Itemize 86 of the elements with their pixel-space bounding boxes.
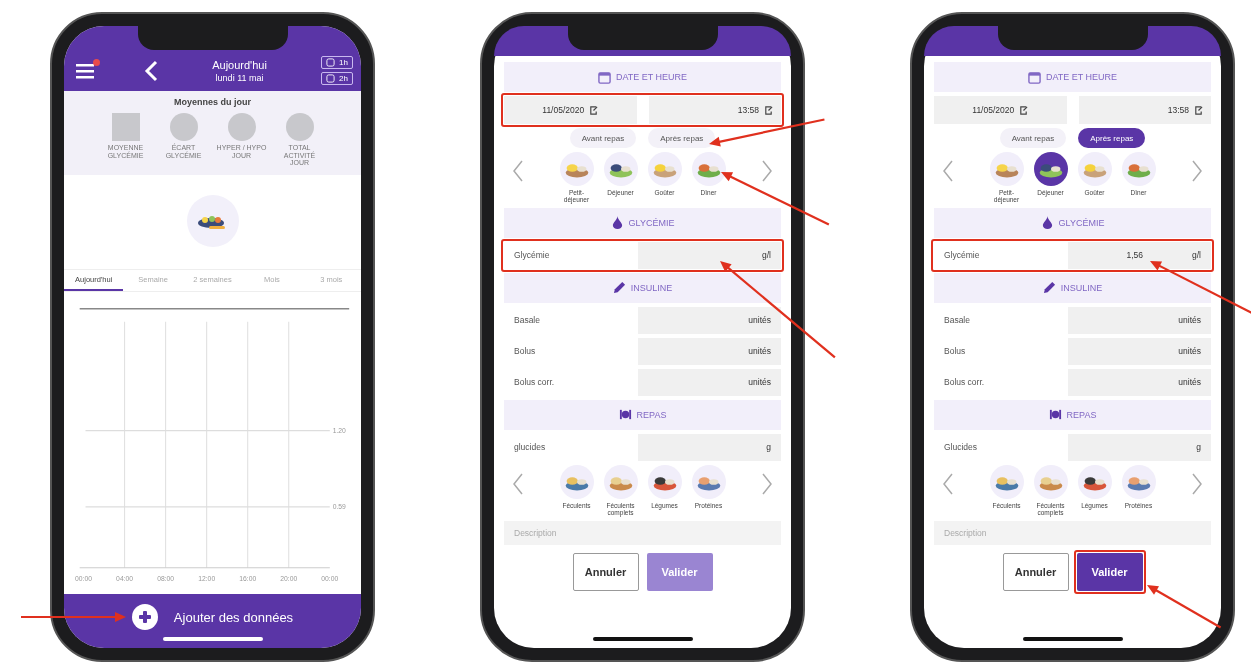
field-label: Bolus: [943, 345, 967, 359]
pen-icon: [612, 281, 626, 295]
time-field[interactable]: 13:58: [1078, 96, 1211, 124]
time-field[interactable]: 13:58: [648, 96, 781, 124]
section-title: INSULINE: [1060, 282, 1103, 293]
axis-label: 00:00: [321, 573, 339, 584]
insulin-field[interactable]: unités: [1067, 337, 1211, 365]
food-icon[interactable]: [603, 152, 638, 186]
insulin-field[interactable]: unités: [637, 337, 781, 365]
meal-illustration: [186, 195, 239, 248]
meal-timing-toggle[interactable]: Avant repas: [569, 128, 637, 148]
carbs-field[interactable]: g: [637, 433, 781, 461]
pen-icon: [1042, 281, 1056, 295]
field-label: Bolus: [513, 345, 537, 359]
add-data-button[interactable]: Ajouter des données: [131, 604, 294, 630]
cutlery-icon: [1048, 408, 1062, 422]
insulin-field[interactable]: unités: [637, 368, 781, 396]
timer-button[interactable]: 1h: [321, 56, 353, 69]
cutlery-icon: [618, 408, 632, 422]
stat-placeholder: [169, 113, 198, 141]
cancel-button[interactable]: Annuler: [1002, 552, 1069, 591]
chevron-left-icon[interactable]: [512, 160, 524, 182]
stat-placeholder: [227, 113, 256, 141]
plus-icon: [131, 604, 158, 630]
menu-icon[interactable]: [76, 62, 96, 79]
meal-timing-toggle[interactable]: Après repas: [648, 128, 716, 148]
axis-label: 12:00: [198, 573, 216, 584]
chevron-right-icon[interactable]: [1191, 160, 1203, 182]
section-title: REPAS: [1066, 409, 1097, 420]
field-label: Bolus corr.: [943, 376, 986, 390]
timer-button[interactable]: 2h: [321, 72, 353, 85]
axis-label: 08:00: [157, 573, 175, 584]
glycemia-field[interactable]: g/l: [637, 241, 781, 269]
section-title: DATE ET HEURE: [615, 72, 688, 82]
screen-subtitle: lundi 11 mai: [215, 72, 264, 83]
confirm-button[interactable]: Valider: [1076, 552, 1143, 591]
screen-title: Aujourd'hui: [212, 58, 267, 71]
field-label: Glycémie: [513, 249, 551, 263]
date-field[interactable]: 11/05/2020: [934, 96, 1067, 124]
field-label: glucides: [513, 441, 547, 455]
field-label: Basale: [513, 314, 541, 328]
back-icon[interactable]: [144, 59, 158, 82]
drop-icon: [610, 216, 624, 230]
drop-icon: [1040, 216, 1054, 230]
edit-icon: [589, 105, 599, 115]
insulin-field[interactable]: unités: [637, 306, 781, 334]
meal-timing-toggle[interactable]: Après repas: [1078, 128, 1146, 148]
calendar-icon: [1027, 70, 1041, 84]
cancel-button[interactable]: Annuler: [572, 552, 639, 591]
edit-icon: [764, 105, 773, 115]
field-label: Basale: [943, 314, 971, 328]
calendar-icon: [597, 70, 611, 84]
insulin-field[interactable]: unités: [1067, 368, 1211, 396]
chevron-left-icon[interactable]: [942, 472, 954, 495]
stat-placeholder: [285, 113, 314, 141]
food-icon[interactable]: [647, 464, 682, 499]
summary-title: Moyennes du jour: [174, 97, 251, 107]
axis-label: 20:00: [280, 573, 298, 584]
section-title: GLYCÉMIE: [1058, 217, 1105, 228]
food-icon[interactable]: [1077, 464, 1112, 499]
field-label: Glucides: [943, 441, 979, 455]
axis-label: 00:00: [75, 573, 93, 584]
date-field[interactable]: 11/05/2020: [504, 96, 637, 124]
axis-label: 0.59: [332, 501, 346, 512]
chevron-left-icon[interactable]: [942, 160, 954, 182]
edit-icon: [1194, 105, 1203, 115]
meal-timing-toggle[interactable]: Avant repas: [999, 128, 1067, 148]
axis-label: 04:00: [116, 573, 134, 584]
chevron-right-icon[interactable]: [761, 472, 773, 495]
insulin-field[interactable]: unités: [1067, 306, 1211, 334]
chevron-right-icon[interactable]: [761, 160, 773, 182]
food-icon[interactable]: [1033, 152, 1068, 186]
section-title: INSULINE: [630, 282, 673, 293]
section-title: DATE ET HEURE: [1045, 72, 1118, 82]
chevron-left-icon[interactable]: [512, 472, 524, 495]
stat-placeholder: [111, 113, 140, 141]
carbs-field[interactable]: g: [1067, 433, 1211, 461]
field-label: Bolus corr.: [513, 376, 556, 390]
chevron-right-icon[interactable]: [1191, 472, 1203, 495]
section-title: REPAS: [636, 409, 667, 420]
section-title: GLYCÉMIE: [628, 217, 675, 228]
field-label: Glycémie: [943, 249, 981, 263]
axis-label: 1.20: [332, 425, 346, 435]
edit-icon: [1019, 105, 1029, 115]
glycemia-field[interactable]: 1,56 g/l: [1067, 241, 1211, 269]
axis-label: 16:00: [239, 573, 257, 584]
